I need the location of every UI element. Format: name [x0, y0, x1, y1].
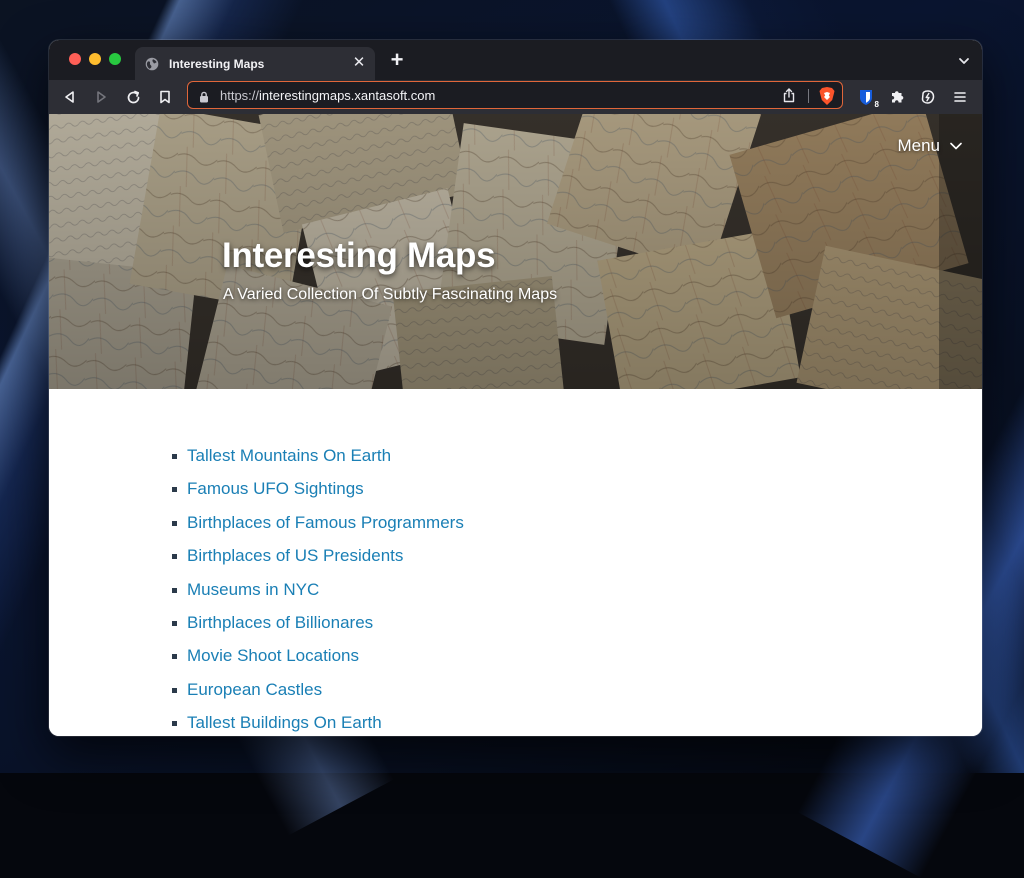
tab-bar: Interesting Maps ✕ +	[49, 40, 982, 80]
list-item: Famous UFO Sightings	[172, 477, 464, 510]
menu-label: Menu	[897, 136, 940, 155]
site-title[interactable]: Interesting Maps	[222, 236, 496, 276]
map-link[interactable]: Birthplaces of US Presidents	[187, 546, 403, 565]
hamburger-menu-icon[interactable]	[951, 88, 969, 106]
map-link[interactable]: European Castles	[187, 680, 322, 699]
minimize-window-button[interactable]	[89, 53, 101, 65]
tab-interesting-maps[interactable]: Interesting Maps ✕	[135, 47, 375, 80]
chevron-down-icon[interactable]	[958, 54, 970, 66]
browser-toolbar: https://interestingmaps.xantasoft.com 8	[49, 80, 982, 114]
url-text[interactable]: https://interestingmaps.xantasoft.com	[220, 88, 435, 103]
new-tab-button[interactable]: +	[387, 49, 407, 71]
map-link[interactable]: Tallest Mountains On Earth	[187, 446, 391, 465]
close-tab-icon[interactable]: ✕	[351, 55, 367, 71]
forward-icon[interactable]	[92, 88, 110, 106]
globe-icon	[145, 57, 159, 71]
list-item: Museums in NYC	[172, 578, 464, 611]
browser-window: Interesting Maps ✕ + https://interesting…	[49, 40, 982, 736]
close-window-button[interactable]	[69, 53, 81, 65]
map-link[interactable]: Tallest Buildings On Earth	[187, 713, 382, 732]
map-link[interactable]: Museums in NYC	[187, 580, 319, 599]
list-item: Birthplaces of US Presidents	[172, 544, 464, 577]
hero-banner: Menu Interesting Maps A Varied Collectio…	[49, 114, 982, 389]
list-item: Birthplaces of Famous Programmers	[172, 511, 464, 544]
extensions-puzzle-icon[interactable]	[888, 88, 906, 106]
share-icon[interactable]	[782, 88, 796, 103]
list-item: European Castles	[172, 678, 464, 711]
address-bar-divider	[808, 89, 809, 103]
hero-overlay	[49, 114, 982, 389]
map-link[interactable]: Birthplaces of Famous Programmers	[187, 513, 464, 532]
chevron-down-icon	[950, 142, 962, 150]
lock-icon[interactable]	[199, 90, 209, 103]
reload-icon[interactable]	[124, 88, 142, 106]
tab-title: Interesting Maps	[169, 56, 265, 71]
bookmark-icon[interactable]	[156, 88, 174, 106]
map-link[interactable]: Movie Shoot Locations	[187, 646, 359, 665]
url-host: interestingmaps.xantasoft.com	[259, 88, 436, 103]
list-item: Tallest Buildings On Earth	[172, 711, 464, 736]
list-item: Birthplaces of Billionares	[172, 611, 464, 644]
url-scheme: https://	[220, 88, 260, 103]
bitwarden-icon[interactable]: 8	[857, 88, 879, 109]
brave-shields-icon[interactable]	[818, 86, 836, 106]
site-tagline: A Varied Collection Of Subtly Fascinatin…	[223, 286, 558, 303]
maps-link-list: Tallest Mountains On Earth Famous UFO Si…	[172, 444, 464, 736]
back-icon[interactable]	[61, 88, 79, 106]
web-page: Menu Interesting Maps A Varied Collectio…	[49, 114, 982, 736]
zoom-window-button[interactable]	[109, 53, 121, 65]
bitwarden-badge: 8	[874, 100, 879, 109]
address-bar[interactable]: https://interestingmaps.xantasoft.com	[187, 81, 843, 109]
leo-ai-icon[interactable]	[919, 88, 937, 106]
list-item: Tallest Mountains On Earth	[172, 444, 464, 477]
map-link[interactable]: Famous UFO Sightings	[187, 479, 364, 498]
menu-button[interactable]: Menu	[897, 136, 962, 156]
map-link[interactable]: Birthplaces of Billionares	[187, 613, 373, 632]
list-item: Movie Shoot Locations	[172, 644, 464, 677]
